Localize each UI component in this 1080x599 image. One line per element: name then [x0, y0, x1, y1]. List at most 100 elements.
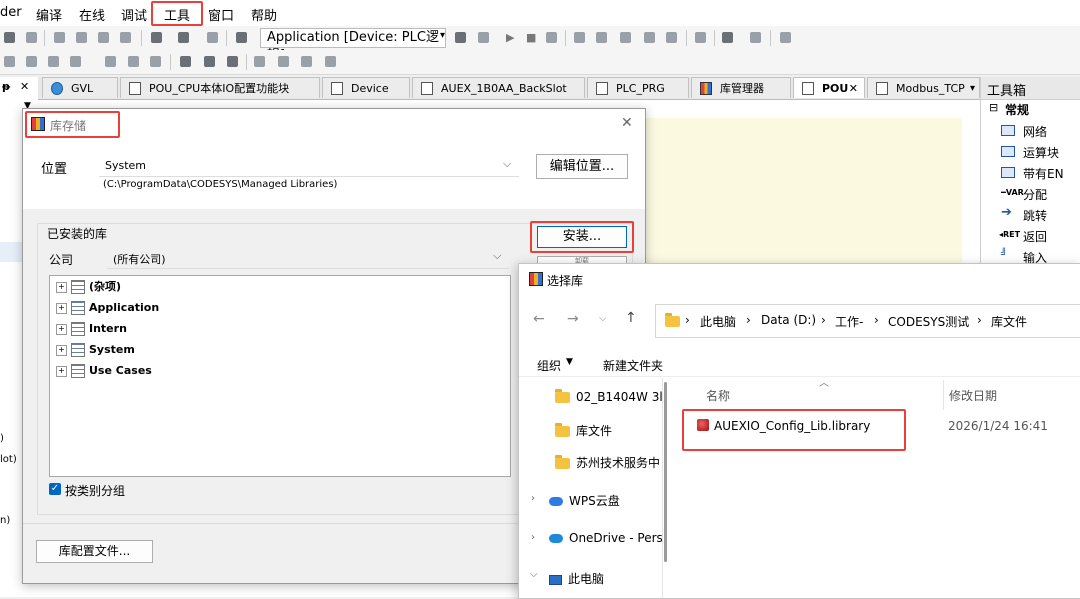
table-icon[interactable] [178, 32, 189, 43]
bookmark-icon[interactable] [54, 32, 65, 43]
toolbox-item-box-en[interactable]: 带有EN [1023, 165, 1064, 182]
tree-item-misc[interactable]: + (杂项) [56, 278, 121, 296]
logout-icon[interactable] [478, 32, 489, 43]
cart-icon[interactable] [750, 32, 761, 43]
rebuild-icon[interactable] [26, 32, 37, 43]
nav-folder-suzhou[interactable]: 苏州技术服务中 [555, 454, 660, 471]
breadcrumb-this-pc[interactable]: 此电脑 [700, 313, 736, 330]
nav-this-pc[interactable]: 此电脑 [549, 570, 604, 587]
organize-menu[interactable]: 组织 [537, 357, 561, 374]
run-to-cursor-icon[interactable] [666, 32, 677, 43]
device-icon[interactable] [236, 32, 247, 43]
set-reset-icon[interactable] [254, 56, 265, 67]
tree-item-intern[interactable]: + Intern [56, 320, 127, 338]
new-object-icon[interactable] [207, 32, 218, 43]
up-arrow-icon[interactable]: ↑ [625, 310, 637, 326]
nav-onedrive[interactable]: OneDrive - Pers [549, 531, 663, 545]
menu-debug[interactable]: 调试 [121, 5, 147, 24]
tab-plc-prg[interactable]: PLC_PRG [587, 77, 689, 98]
tab-modbus-tcp[interactable]: Modbus_TCP ▾ [867, 77, 980, 98]
back-arrow-icon[interactable]: ← [533, 311, 545, 327]
toolbox-item-assign[interactable]: 分配 [1023, 186, 1047, 203]
menu-window[interactable]: 窗口 [208, 5, 234, 24]
write-values-icon[interactable] [695, 32, 706, 43]
chevron-down-icon[interactable]: ▼ [566, 357, 573, 367]
group-by-category-checkbox[interactable]: ✓ [49, 483, 61, 495]
reset-icon[interactable] [546, 32, 557, 43]
nav-scrollbar[interactable] [662, 378, 663, 598]
expand-icon[interactable]: + [56, 281, 67, 293]
edge-detect-icon[interactable] [278, 56, 289, 67]
close-icon[interactable]: ✕ [849, 78, 858, 98]
nav-scrollbar-thumb[interactable] [664, 382, 667, 562]
expand-icon[interactable]: + [56, 323, 67, 335]
insert-input-icon[interactable] [180, 56, 191, 67]
library-tree[interactable]: + (杂项) + Application + Intern + System + Use … [49, 275, 511, 477]
editor-declaration-area[interactable] [640, 118, 962, 264]
tab-auex-backslot[interactable]: AUEX_1B0AA_BackSlot [412, 77, 585, 98]
chevron-down-icon[interactable]: ▾ [440, 30, 445, 41]
force-values-icon[interactable] [722, 32, 733, 43]
nav-wps-cloud[interactable]: WPS云盘 [549, 492, 620, 509]
play-icon[interactable]: ▶ [506, 31, 514, 44]
tree-item-use-cases[interactable]: + Use Cases [56, 362, 152, 380]
insert-contact-icon[interactable] [26, 56, 37, 67]
breadcrumb-lib-folder[interactable]: 库文件 [991, 313, 1027, 330]
step-out-icon[interactable] [644, 32, 655, 43]
login-icon[interactable] [455, 32, 466, 43]
tab-library-manager[interactable]: 库管理器 [691, 77, 791, 98]
close-icon[interactable]: ✕ [621, 115, 633, 131]
menu-build[interactable]: der [0, 5, 22, 20]
toolbox-item-return[interactable]: 返回 [1023, 228, 1047, 245]
negate-icon[interactable] [227, 56, 238, 67]
location-select[interactable]: System ⌵ [99, 156, 519, 177]
tab-gvl[interactable]: GVL [42, 77, 118, 98]
chevron-right-icon[interactable]: › [531, 532, 535, 543]
tree-item-system[interactable]: + System [56, 341, 135, 359]
nav-folder-02-b1404w[interactable]: 02_B1404W 3l [555, 389, 663, 404]
nav-folder-lib[interactable]: 库文件 [555, 422, 612, 439]
breadcrumb-codesys-test[interactable]: CODESYS测试 [888, 313, 969, 330]
insert-return-icon[interactable] [150, 56, 161, 67]
company-select[interactable]: (所有公司) ⌵ [107, 248, 509, 269]
insert-network-icon[interactable] [4, 56, 15, 67]
unforce-icon[interactable] [780, 32, 791, 43]
library-profile-button[interactable]: 库配置文件... [36, 540, 153, 563]
branch-icon[interactable] [301, 56, 312, 67]
active-application-combo[interactable]: Application [Device: PLC逻辑] [260, 28, 446, 63]
column-divider[interactable] [943, 380, 944, 410]
chevron-down-icon[interactable]: ▾ [970, 78, 975, 98]
expand-icon[interactable]: + [56, 365, 67, 377]
insert-output-icon[interactable] [204, 56, 215, 67]
collapse-icon[interactable]: ⊟ [989, 101, 998, 114]
insert-box-icon[interactable] [105, 56, 116, 67]
tree-item-application[interactable]: + Application [56, 299, 159, 317]
close-icon[interactable]: ✕ [20, 80, 29, 93]
breadcrumb-data-d[interactable]: Data (D:) [761, 313, 816, 327]
chevron-down-icon[interactable]: ⌵ [530, 569, 538, 580]
label-icon[interactable] [325, 56, 336, 67]
file-row[interactable]: AUEXIO_Config_Lib.library 2026/1/24 16:4… [695, 414, 1077, 438]
chevron-down-icon[interactable]: ⌵ [599, 313, 607, 324]
chevron-right-icon[interactable]: › [531, 493, 535, 504]
toolbox-item-box[interactable]: 运算块 [1023, 144, 1059, 161]
bookmark-clear-icon[interactable] [120, 32, 131, 43]
stop-icon[interactable]: ■ [526, 31, 536, 44]
menu-help[interactable]: 帮助 [251, 5, 277, 24]
column-header-name[interactable]: 名称 [706, 387, 730, 404]
expand-icon[interactable]: + [56, 344, 67, 356]
bookmark-next-icon[interactable] [76, 32, 87, 43]
new-folder-button[interactable]: 新建文件夹 [603, 357, 663, 374]
breadcrumb-work[interactable]: 工作- [835, 313, 863, 330]
step-over-icon[interactable] [596, 32, 607, 43]
menu-online[interactable]: 在线 [79, 5, 105, 24]
insert-jump-icon[interactable] [128, 56, 139, 67]
tab-pou-cpu[interactable]: POU_CPU本体IO配置功能块 [120, 77, 320, 98]
install-button[interactable]: 安装... [537, 226, 627, 248]
breakpoint-icon[interactable] [574, 32, 585, 43]
toolbox-section-general[interactable]: 常规 [1005, 101, 1029, 118]
column-header-date[interactable]: 修改日期 [949, 387, 997, 404]
bookmark-prev-icon[interactable] [98, 32, 109, 43]
insert-coil-icon[interactable] [48, 56, 59, 67]
print-icon[interactable] [151, 32, 162, 43]
